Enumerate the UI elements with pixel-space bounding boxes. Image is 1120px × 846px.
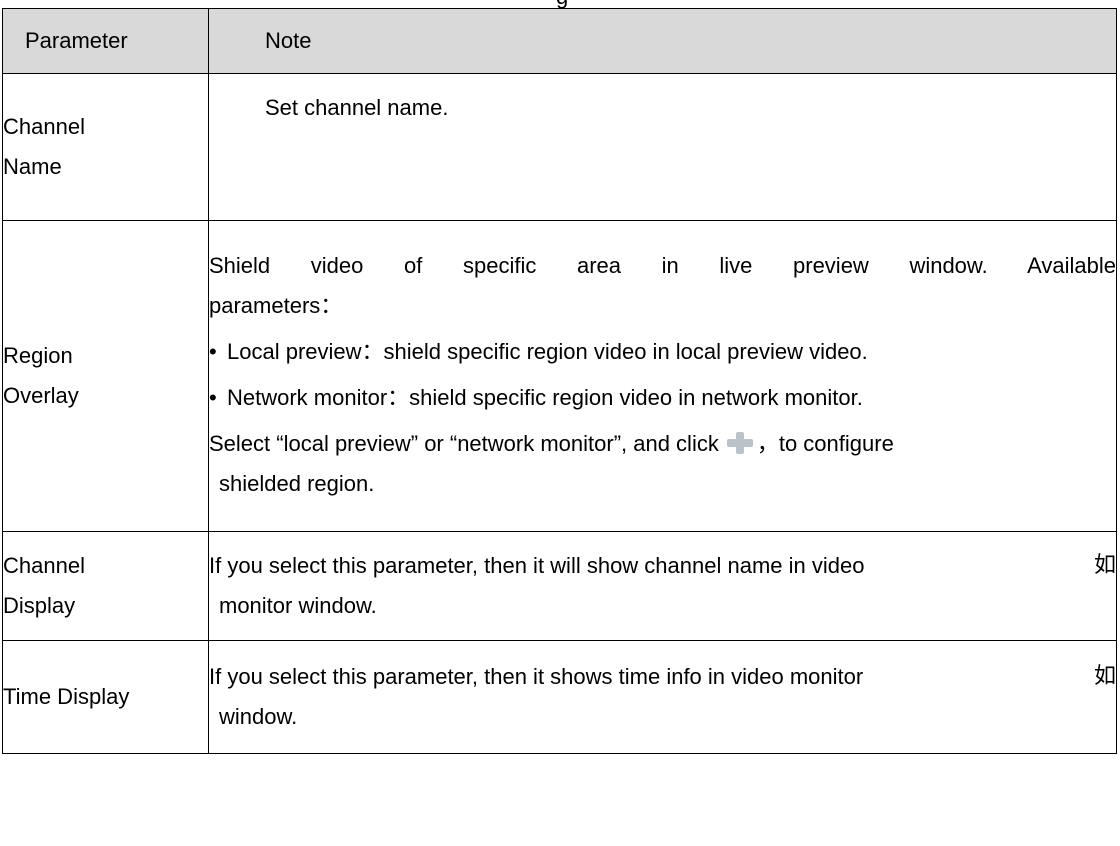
note-cell-channel-name: Set channel name. — [208, 73, 1117, 221]
note-text-line: window. — [219, 704, 298, 729]
note-text: Set channel name. — [265, 95, 449, 120]
param-text-line: Overlay — [3, 383, 79, 408]
note-text: If you select this parameter, then it sh… — [209, 664, 864, 689]
header-note: Note — [208, 8, 1117, 74]
plus-icon — [725, 431, 755, 454]
note-text-line: parameters： — [209, 293, 343, 318]
table-row-region-overlay: Region Overlay Shield video of specific … — [2, 220, 1117, 532]
table-header-row: Parameter Note — [2, 8, 1117, 74]
bullet-text: Network monitor：shield specific region v… — [227, 385, 863, 410]
note-text-line: If you select this parameter, then it sh… — [209, 657, 1116, 697]
bullet-icon: • — [209, 339, 217, 364]
param-cell-channel-display: Channel Display — [2, 531, 209, 641]
note-text-line: Shield video of specific area in live pr… — [209, 253, 1116, 278]
note-cell-region-overlay: Shield video of specific area in live pr… — [208, 220, 1117, 532]
note-text-line: monitor window. — [219, 593, 377, 618]
note-text: If you select this parameter, then it wi… — [209, 553, 865, 578]
select-text-before: Select “local preview” or “network monit… — [209, 431, 719, 456]
trailing-glyph: 如 — [1093, 553, 1116, 578]
param-text-line: Display — [3, 593, 76, 618]
param-text-line: Name — [3, 154, 62, 179]
param-cell-region-overlay: Region Overlay — [2, 220, 209, 532]
param-text-line: Region — [3, 343, 73, 368]
select-text-after: ，to configure — [756, 431, 894, 456]
bullet-icon: • — [209, 385, 217, 410]
note-cell-time-display: If you select this parameter, then it sh… — [208, 640, 1117, 754]
bullet-item-local-preview: • Local preview：shield specific region vi… — [209, 332, 1116, 372]
note-text-line: If you select this parameter, then it wi… — [209, 546, 1116, 586]
param-cell-channel-name: Channel Name — [2, 73, 209, 221]
title-fragment: g — [556, 0, 568, 8]
table-row-channel-name: Channel Name Set channel name. — [2, 73, 1117, 221]
parameter-table: Parameter Note Channel Name Set channel … — [2, 8, 1117, 754]
bullet-item-network-monitor: • Network monitor：shield specific region … — [209, 378, 1116, 418]
table-row-time-display: Time Display If you select this paramete… — [2, 640, 1117, 754]
header-parameter: Parameter — [2, 8, 209, 74]
param-text-line: Channel — [3, 114, 85, 139]
bullet-text: Local preview：shield specific region vid… — [227, 339, 868, 364]
note-text-line: shielded region. — [219, 471, 375, 496]
param-text-line: Channel — [3, 553, 85, 578]
trailing-glyph: 如 — [1093, 664, 1116, 689]
note-cell-channel-display: If you select this parameter, then it wi… — [208, 531, 1117, 641]
param-text-line: Time Display — [3, 684, 130, 709]
param-cell-time-display: Time Display — [2, 640, 209, 754]
select-instruction-line: Select “local preview” or “network monit… — [209, 424, 1116, 464]
table-row-channel-display: Channel Display If you select this param… — [2, 531, 1117, 641]
